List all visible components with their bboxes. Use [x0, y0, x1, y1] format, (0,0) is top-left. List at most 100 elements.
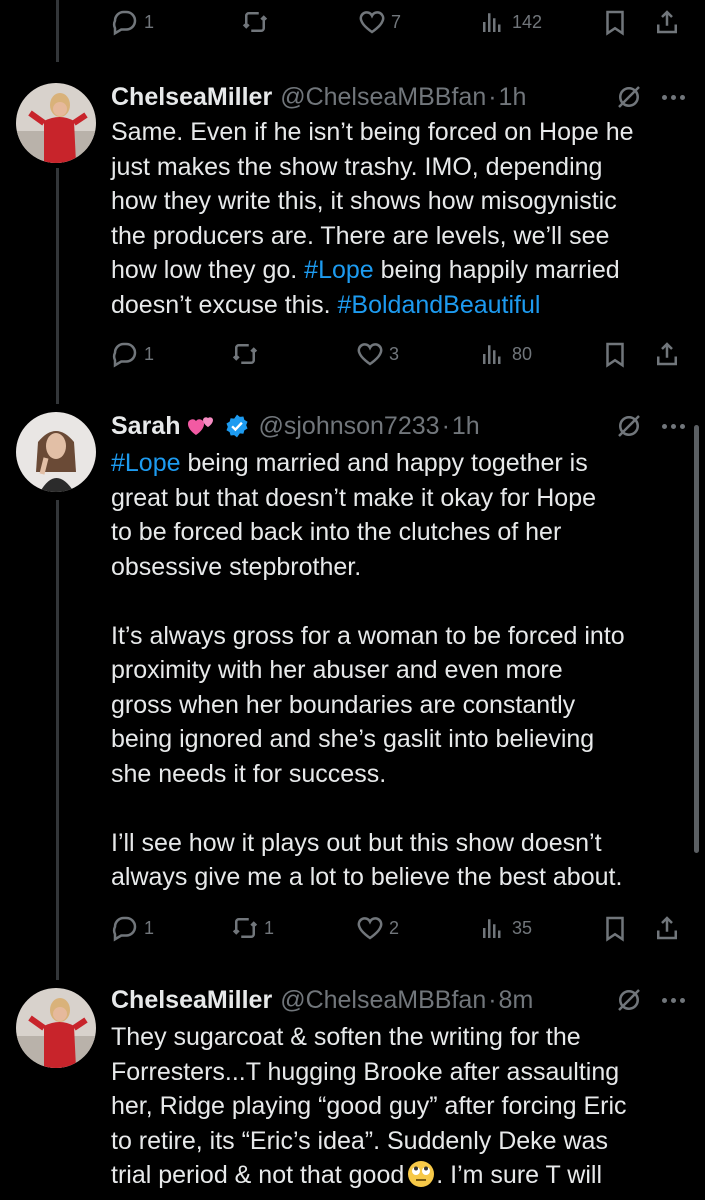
tweet-action-bar: 1 3 80 [110, 334, 690, 374]
views-count: 35 [512, 917, 533, 938]
text-line: how they write this, it shows how misogy… [111, 187, 617, 215]
display-name[interactable]: ChelseaMiller [111, 986, 272, 1015]
heart-icon [357, 917, 383, 940]
bookmark-button[interactable] [600, 334, 630, 374]
tweet-action-bar: 1 1 2 35 [110, 908, 690, 948]
text-line: to be forced back into the clutches of h… [111, 518, 562, 546]
views-icon [483, 345, 501, 364]
retweet-button[interactable] [240, 2, 274, 42]
views-count: 142 [512, 11, 543, 32]
top-action-bar: 1 7 142 [110, 2, 690, 42]
text-line: #Lope being married and happy together i… [111, 449, 588, 477]
text-line: her, Ridge playing “good guy” after forc… [111, 1092, 627, 1120]
revolving-hearts-icon [188, 417, 214, 435]
grok-icon[interactable] [614, 82, 644, 112]
text-line: the producers are. There are levels, we’… [111, 221, 610, 250]
share-button[interactable] [652, 2, 682, 42]
bookmark-icon [606, 916, 624, 942]
avatar-image [16, 412, 96, 492]
text-line: They sugarcoat & soften the writing for … [111, 1023, 581, 1051]
bookmark-icon [606, 342, 624, 368]
views-button[interactable]: 142 [478, 2, 542, 42]
share-button[interactable] [652, 334, 682, 374]
avatar[interactable] [16, 83, 96, 163]
text-line: Same. Even if he isn’t being forced on H… [111, 118, 634, 146]
reply-count: 1 [144, 11, 155, 32]
text-line: how low they go. #Lope being happily mar… [111, 256, 620, 284]
display-name[interactable]: Sarah [111, 412, 180, 441]
timestamp[interactable]: 8m [499, 986, 534, 1015]
share-icon [657, 916, 677, 940]
share-icon [657, 342, 677, 366]
display-name[interactable]: ChelseaMiller [111, 83, 272, 112]
user-handle[interactable]: @sjohnson7233 [258, 412, 439, 441]
more-options-icon[interactable] [662, 423, 685, 429]
heart-icon [357, 343, 383, 366]
more-options-icon[interactable] [662, 94, 685, 100]
reply-button[interactable]: 1 [110, 334, 154, 374]
reply-button[interactable]: 1 [110, 908, 154, 948]
bookmark-button[interactable] [600, 908, 630, 948]
avatar-image [16, 83, 96, 163]
bookmark-button[interactable] [600, 2, 630, 42]
separator-dot: · [488, 82, 497, 111]
tweet-header: ChelseaMiller @ChelseaMBBfan · 1h [111, 79, 685, 115]
views-button[interactable]: 35 [478, 908, 532, 948]
text-line: she needs it for success. [111, 759, 387, 788]
user-handle[interactable]: @ChelseaMBBfan [280, 83, 486, 112]
text-line: doesn’t excuse this. #BoldandBeautiful [111, 290, 541, 319]
separator-dot: · [488, 985, 497, 1014]
text-line: trial period & not that good. I’m sure T… [111, 1161, 603, 1189]
text-line: being ignored and she’s gaslit into beli… [111, 725, 595, 753]
reply-icon [112, 342, 137, 368]
separator-dot: · [441, 411, 450, 440]
text-line: It’s always gross for a woman to be forc… [111, 621, 625, 650]
scrollbar[interactable] [694, 425, 699, 853]
text-line: I’ll see how it plays out but this show … [111, 828, 602, 857]
reply-button[interactable]: 1 [110, 2, 154, 42]
hashtag-link[interactable]: #Lope [111, 449, 181, 477]
timestamp[interactable]: 1h [452, 412, 480, 441]
text-line: gross when her boundaries are constantly [111, 690, 576, 719]
tweet-text: #Lope being married and happy together i… [111, 446, 689, 895]
text-line: to retire, its “Eric’s idea”. Suddenly D… [111, 1126, 608, 1155]
avatar[interactable] [16, 412, 96, 492]
like-button[interactable]: 3 [355, 334, 399, 374]
tweet-text: Same. Even if he isn’t being forced on H… [111, 115, 689, 322]
more-options-icon[interactable] [662, 997, 685, 1003]
hashtag-link[interactable]: #BoldandBeautiful [338, 291, 541, 319]
avatar-image [16, 988, 96, 1068]
like-count: 7 [391, 11, 402, 32]
avatar[interactable] [16, 988, 96, 1068]
like-count: 2 [389, 917, 400, 938]
thread-line [56, 500, 59, 980]
like-count: 3 [389, 343, 400, 364]
thread-line [56, 0, 59, 62]
views-icon [483, 919, 501, 938]
like-button[interactable]: 2 [355, 908, 399, 948]
text-line: Forresters...T hugging Brooke after assa… [111, 1057, 620, 1086]
tweet-header: Sarah @sjohnson7233 · 1h [111, 408, 685, 444]
grok-icon[interactable] [614, 985, 644, 1015]
tweet-header: ChelseaMiller @ChelseaMBBfan · 8m [111, 982, 685, 1018]
views-button[interactable]: 80 [478, 334, 532, 374]
user-handle[interactable]: @ChelseaMBBfan [280, 986, 486, 1015]
retweet-icon [242, 12, 268, 32]
heart-icon [359, 11, 385, 34]
share-button[interactable] [652, 908, 682, 948]
reply-count: 1 [144, 343, 155, 364]
retweet-icon [232, 918, 258, 938]
reply-icon [112, 10, 137, 36]
text-line: great but that doesn’t make it okay for … [111, 483, 596, 512]
verified-badge-icon[interactable] [224, 413, 250, 439]
timestamp[interactable]: 1h [499, 83, 527, 112]
grok-icon[interactable] [614, 411, 644, 441]
retweet-button[interactable]: 1 [230, 908, 274, 948]
hashtag-link[interactable]: #Lope [304, 256, 374, 284]
text-line: just makes the show trashy. IMO, dependi… [111, 152, 603, 181]
text-line: proximity with her abuser and even more [111, 656, 563, 684]
retweet-button[interactable] [230, 334, 264, 374]
views-icon [483, 13, 501, 32]
text-line: always give me a lot to believe the best… [111, 863, 623, 891]
like-button[interactable]: 7 [357, 2, 401, 42]
